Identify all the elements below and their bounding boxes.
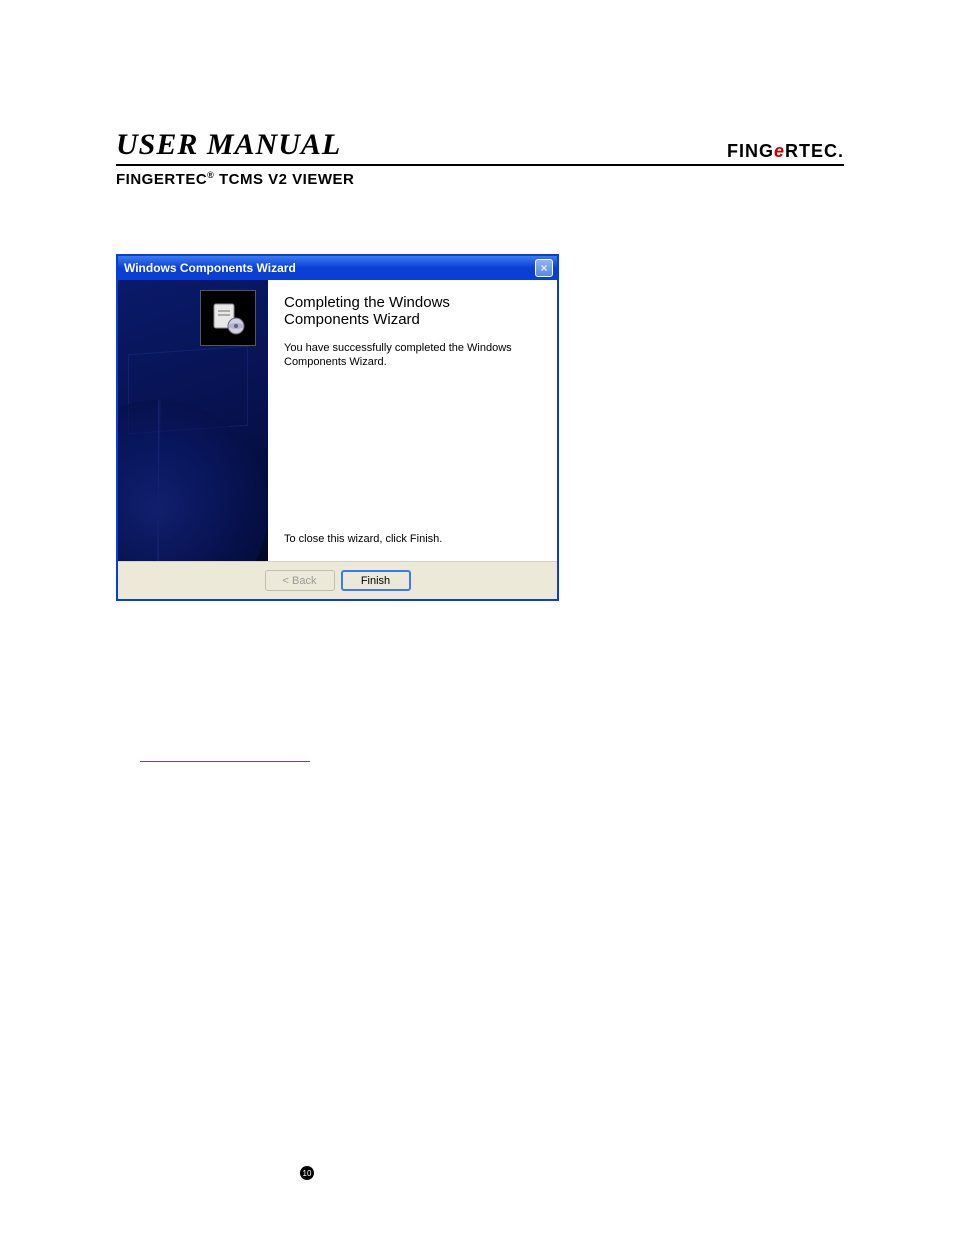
close-button[interactable]: × xyxy=(535,259,553,277)
sub-heading: FINGERTEC® TCMS V2 VIEWER xyxy=(116,170,844,188)
back-button: < Back xyxy=(265,570,335,591)
back-label: < Back xyxy=(283,575,317,587)
close-icon: × xyxy=(540,262,547,274)
titlebar[interactable]: Windows Components Wizard × xyxy=(118,256,557,280)
link-underline xyxy=(140,761,310,762)
wizard-content: Completing the Windows Components Wizard… xyxy=(268,280,557,561)
brand-text-post: RTEC. xyxy=(785,141,844,161)
manual-title: USER MANUAL xyxy=(116,128,341,162)
brand-text-pre: FING xyxy=(727,141,774,161)
wizard-side-graphic xyxy=(118,280,268,561)
wizard-dialog: Windows Components Wizard × xyxy=(116,254,559,601)
dialog-title: Windows Components Wizard xyxy=(124,261,296,275)
wizard-heading: Completing the Windows Components Wizard xyxy=(284,294,537,329)
brand-swirl-e: e xyxy=(774,141,785,161)
subhead-rest: TCMS V2 VIEWER xyxy=(214,171,354,188)
finish-button[interactable]: Finish xyxy=(341,570,411,591)
wizard-body-text: You have successfully completed the Wind… xyxy=(284,341,537,370)
finish-label: Finish xyxy=(361,575,390,587)
wizard-close-hint: To close this wizard, click Finish. xyxy=(284,533,537,545)
dialog-body: Completing the Windows Components Wizard… xyxy=(118,280,557,561)
page-number: 10 xyxy=(300,1166,314,1180)
page-header: USER MANUAL FINGeRTEC. xyxy=(116,128,844,166)
brand-logo: FINGeRTEC. xyxy=(727,141,844,162)
installer-icon xyxy=(200,290,256,346)
button-bar: < Back Finish xyxy=(118,561,557,599)
subhead-prefix: FINGERTEC xyxy=(116,171,207,188)
